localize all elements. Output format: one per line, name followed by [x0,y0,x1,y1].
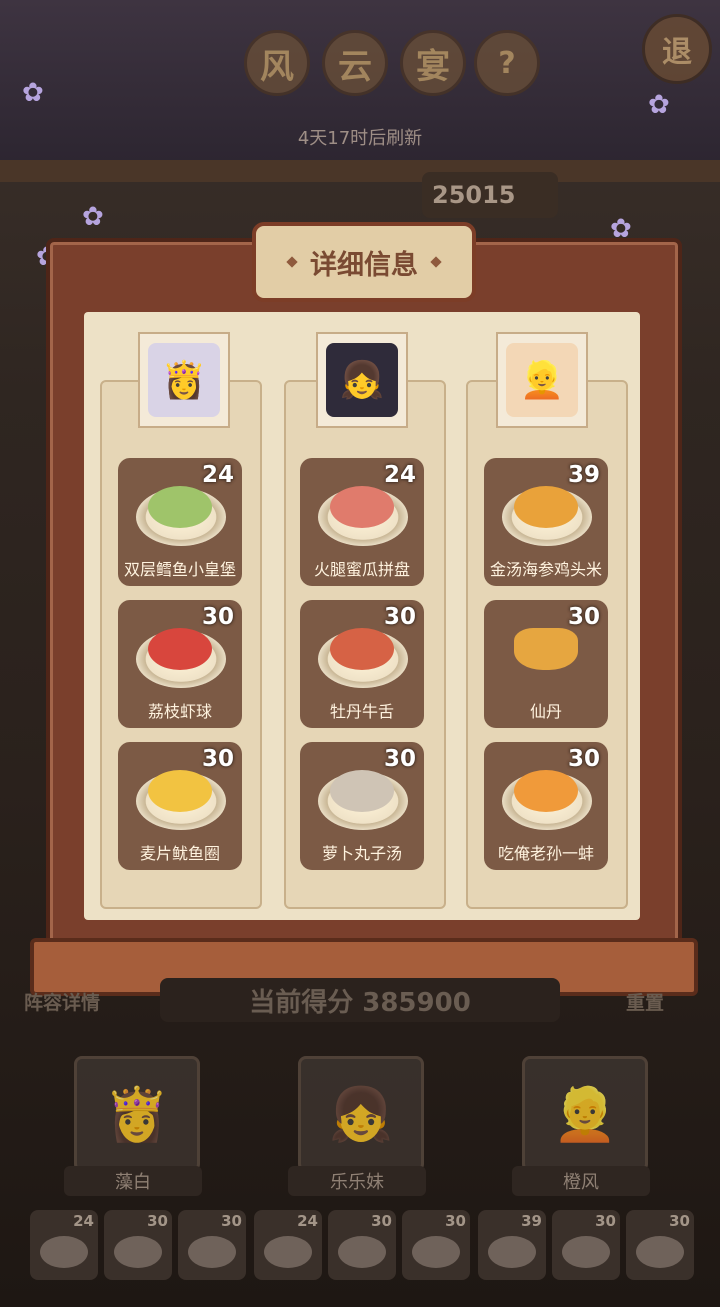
hero-name: 藻白 [64,1166,202,1196]
mini-dish[interactable]: 30 [552,1210,620,1280]
mini-dish[interactable]: 30 [178,1210,246,1280]
plate-icon [40,1236,88,1268]
character-avatar: 👸 [148,343,220,417]
dish-card[interactable]: 30 萝卜丸子汤 [300,742,424,870]
dish-food-icon [330,770,394,812]
dish-value: 30 [567,746,600,772]
dish-food-icon [148,628,212,670]
plate-icon [412,1236,460,1268]
plate-icon [114,1236,162,1268]
mini-dish-value: 30 [595,1212,616,1230]
dish-food-icon [514,628,578,670]
exit-button[interactable]: 退 [642,14,712,84]
mini-dish[interactable]: 39 [478,1210,546,1280]
hero-avatar-3[interactable]: 👱 [522,1056,648,1172]
mini-dish[interactable]: 30 [328,1210,396,1280]
mini-dish[interactable]: 30 [104,1210,172,1280]
mini-dish-value: 30 [669,1212,690,1230]
reset-button[interactable]: 重置 [626,988,664,1015]
dish-card[interactable]: 39 金汤海参鸡头米 [484,458,608,586]
plate-icon [264,1236,312,1268]
hero-avatar-1[interactable]: 👸 [74,1056,200,1172]
dish-food-icon [514,486,578,528]
dish-food-icon [330,486,394,528]
mini-dish-value: 30 [445,1212,466,1230]
dish-value: 24 [383,462,416,488]
portrait-3[interactable]: 👱 [496,332,588,428]
mini-dish-value: 30 [221,1212,242,1230]
dish-card[interactable]: 30 牡丹牛舌 [300,600,424,728]
dish-value: 30 [567,604,600,630]
mini-dish-value: 24 [297,1212,318,1230]
mini-dish-value: 30 [371,1212,392,1230]
top-score: 25015 [422,172,558,218]
portrait-1[interactable]: 👸 [138,332,230,428]
title-char-3: 宴 [400,30,466,96]
dish-name: 荔枝虾球 [147,702,212,721]
mini-dish[interactable]: 24 [254,1210,322,1280]
portrait-2[interactable]: 👧 [316,332,408,428]
wood-beam [0,160,720,182]
mini-dish-value: 24 [73,1212,94,1230]
dish-food-icon [148,770,212,812]
current-score: 当前得分 385900 [160,978,560,1022]
help-icon[interactable]: ? [474,30,540,96]
character-avatar: 👧 [326,343,398,417]
dish-card[interactable]: 24 火腿蜜瓜拼盘 [300,458,424,586]
dish-card[interactable]: 30 麦片鱿鱼圈 [118,742,242,870]
flower-icon: ✿ [82,202,104,232]
diamond-icon [430,256,442,268]
dish-name: 吃俺老孙一蚌 [497,844,594,863]
dish-name: 萝卜丸子汤 [321,844,402,863]
dish-name: 金汤海参鸡头米 [489,560,602,579]
dish-name: 仙丹 [529,702,562,721]
dish-value: 30 [201,746,234,772]
hero-name: 橙风 [512,1166,650,1196]
plate-icon [636,1236,684,1268]
panel-title-text: 详细信息 [310,249,418,281]
mini-dish-value: 30 [147,1212,168,1230]
flower-icon: ✿ [22,78,44,108]
plate-icon [338,1236,386,1268]
panel-title: 详细信息 [252,222,476,302]
dish-name: 双层鳕鱼小皇堡 [123,560,236,579]
dish-name: 麦片鱿鱼圈 [139,844,220,863]
dish-card[interactable]: 30 仙丹 [484,600,608,728]
dish-food-icon [514,770,578,812]
dish-value: 39 [567,462,600,488]
mini-dish[interactable]: 24 [30,1210,98,1280]
dish-card[interactable]: 30 吃俺老孙一蚌 [484,742,608,870]
hero-name: 乐乐妹 [288,1166,426,1196]
plate-icon [488,1236,536,1268]
dish-card[interactable]: 30 荔枝虾球 [118,600,242,728]
dish-value: 30 [383,604,416,630]
plate-icon [188,1236,236,1268]
diamond-icon [286,256,298,268]
title-char-2: 云 [322,30,388,96]
dish-value: 24 [201,462,234,488]
hero-avatar-2[interactable]: 👧 [298,1056,424,1172]
mini-dish[interactable]: 30 [626,1210,694,1280]
mini-dish[interactable]: 30 [402,1210,470,1280]
dish-value: 30 [383,746,416,772]
dish-food-icon [330,628,394,670]
plate-icon [562,1236,610,1268]
title-char-1: 风 [244,30,310,96]
dish-name: 火腿蜜瓜拼盘 [313,560,410,579]
dish-food-icon [148,486,212,528]
lineup-details-label[interactable]: 阵容详情 [24,988,100,1015]
dish-name: 牡丹牛舌 [329,702,394,721]
dish-value: 30 [201,604,234,630]
refresh-timer: 4天17时后刷新 [297,128,423,149]
flower-icon: ✿ [648,90,670,120]
mini-dish-value: 39 [521,1212,542,1230]
character-avatar: 👱 [506,343,578,417]
dish-card[interactable]: 24 双层鳕鱼小皇堡 [118,458,242,586]
